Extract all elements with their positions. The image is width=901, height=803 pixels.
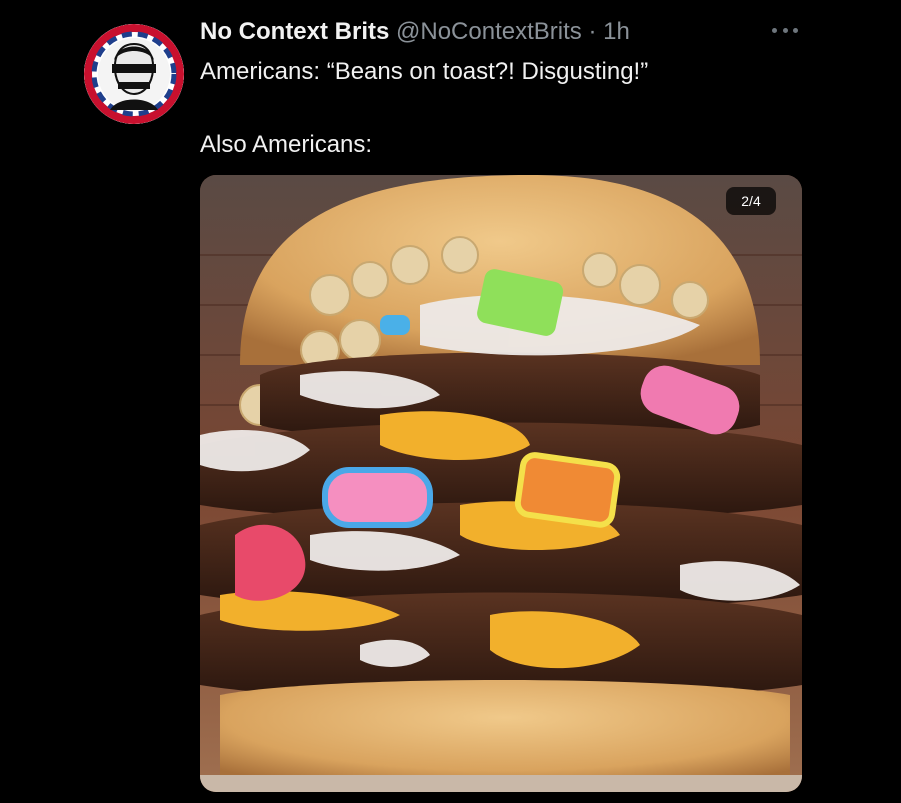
handle[interactable]: @NoContextBrits [396, 18, 582, 45]
tweet-text-line2: Also Americans: [200, 131, 373, 158]
more-options-icon[interactable] [772, 22, 798, 38]
avatar[interactable] [84, 24, 184, 124]
tweet-header: No Context Brits @NoContextBrits · 1h [200, 16, 630, 48]
media-counter-badge: 2/4 [726, 187, 776, 215]
cereal-burger-photo [200, 175, 802, 792]
tweet[interactable]: No Context Brits @NoContextBrits · 1h Am… [0, 0, 901, 803]
display-name[interactable]: No Context Brits [200, 18, 389, 45]
tweet-media-image[interactable] [200, 175, 802, 792]
timestamp[interactable]: 1h [603, 18, 630, 45]
tweet-text-line1: Americans: “Beans on toast?! Disgusting!… [200, 58, 649, 85]
punk-queen-portrait-icon [84, 24, 184, 124]
separator-dot: · [588, 18, 597, 45]
